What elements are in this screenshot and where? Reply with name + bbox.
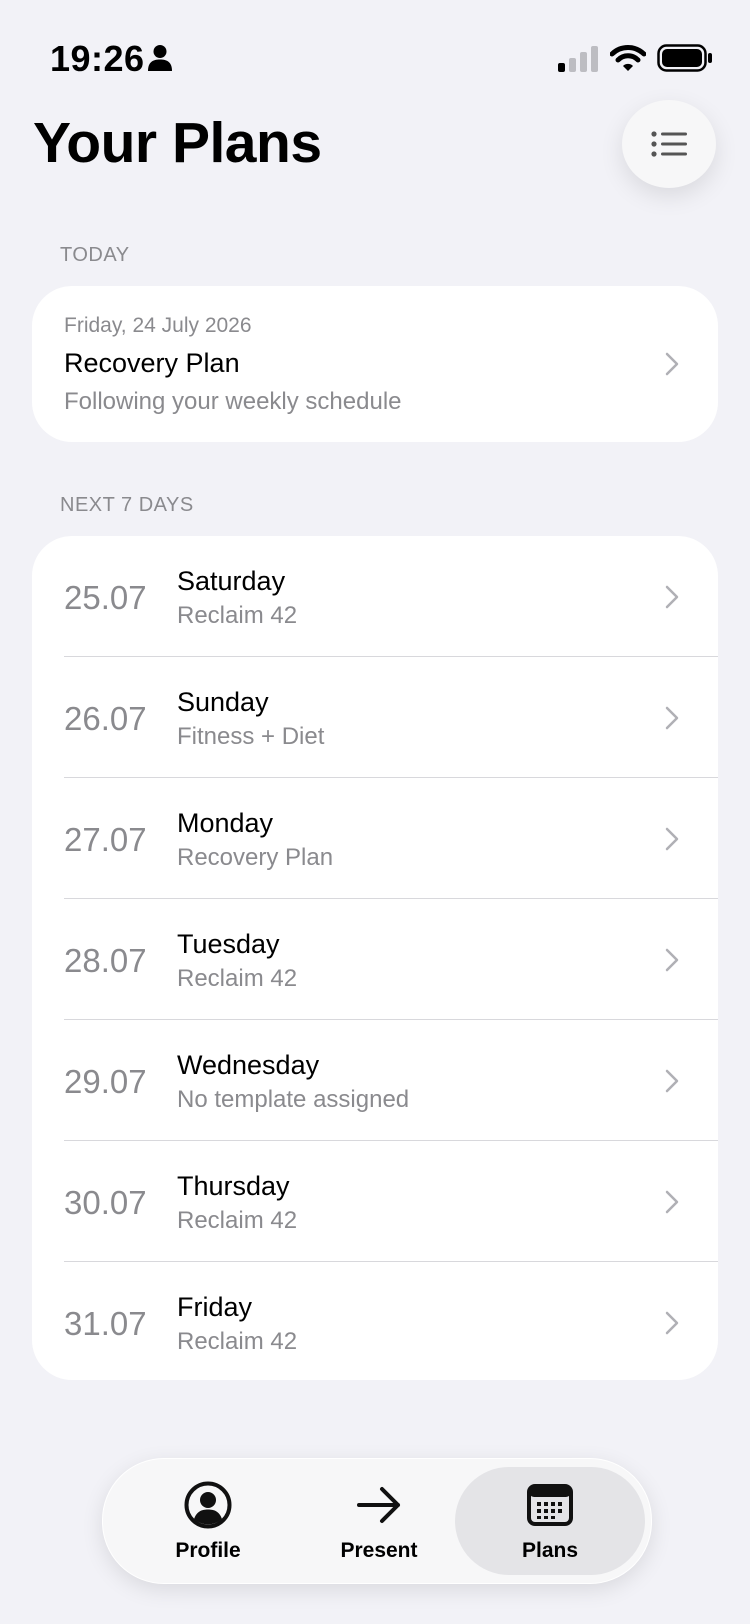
chevron-right-icon [665, 585, 679, 609]
today-date: Friday, 24 July 2026 [64, 314, 252, 337]
cellular-signal-icon [558, 46, 598, 72]
day-plan: Reclaim 42 [177, 1207, 298, 1234]
today-plan-subtitle: Following your weekly schedule [64, 388, 402, 415]
chevron-right-icon [665, 827, 679, 851]
wifi-icon [610, 45, 646, 71]
day-plan: Recovery Plan [177, 844, 334, 871]
day-name: Thursday [177, 1171, 290, 1201]
tab-bar: Profile Present Plans [102, 1458, 652, 1584]
chevron-right-icon [665, 1190, 679, 1214]
person-circle-icon [184, 1481, 232, 1529]
day-date: 27.07 [64, 821, 147, 858]
day-date: 31.07 [64, 1305, 147, 1342]
day-row[interactable]: 26.07 Sunday Fitness + Diet [32, 657, 718, 778]
next-days-list: 25.07 Saturday Reclaim 42 26.07 Sunday F… [32, 536, 718, 1380]
tab-profile[interactable]: Profile [153, 1459, 263, 1583]
tab-label: Profile [175, 1539, 241, 1562]
battery-icon [657, 44, 712, 72]
today-plan-title: Recovery Plan [64, 348, 240, 378]
day-row[interactable]: 25.07 Saturday Reclaim 42 [32, 536, 718, 657]
list-menu-button[interactable] [622, 100, 716, 188]
day-row[interactable]: 30.07 Thursday Reclaim 42 [32, 1141, 718, 1262]
person-icon [148, 45, 172, 71]
chevron-right-icon [665, 1311, 679, 1335]
day-name: Friday [177, 1292, 253, 1322]
list-icon [651, 131, 687, 157]
calendar-icon [527, 1484, 573, 1526]
chevron-right-icon [665, 706, 679, 730]
day-plan: Reclaim 42 [177, 965, 298, 992]
next-days-section-header: NEXT 7 DAYS [60, 494, 194, 516]
status-bar: 19:26 [0, 0, 750, 110]
day-plan: Reclaim 42 [177, 602, 298, 629]
day-row[interactable]: 29.07 Wednesday No template assigned [32, 1020, 718, 1141]
day-plan: No template assigned [177, 1086, 410, 1113]
day-plan: Reclaim 42 [177, 1328, 298, 1355]
day-row[interactable]: 27.07 Monday Recovery Plan [32, 778, 718, 899]
day-name: Tuesday [177, 929, 280, 959]
day-date: 28.07 [64, 942, 147, 979]
today-plan-card[interactable]: Friday, 24 July 2026 Recovery Plan Follo… [32, 286, 718, 442]
chevron-right-icon [665, 352, 679, 376]
day-name: Sunday [177, 687, 269, 717]
chevron-right-icon [665, 1069, 679, 1093]
day-row[interactable]: 31.07 Friday Reclaim 42 [32, 1262, 718, 1380]
tab-present[interactable]: Present [323, 1459, 435, 1583]
day-date: 26.07 [64, 700, 147, 737]
tab-label: Plans [521, 1539, 579, 1562]
day-date: 25.07 [64, 579, 147, 616]
status-time: 19:26 [50, 38, 145, 79]
arrow-right-icon [357, 1487, 400, 1523]
tab-label: Present [340, 1539, 418, 1562]
today-section-header: TODAY [60, 244, 130, 266]
page-title: Your Plans [33, 111, 322, 175]
day-name: Wednesday [177, 1050, 320, 1080]
day-row[interactable]: 28.07 Tuesday Reclaim 42 [32, 899, 718, 1020]
day-name: Monday [177, 808, 274, 838]
chevron-right-icon [665, 948, 679, 972]
day-date: 29.07 [64, 1063, 147, 1100]
tab-plans[interactable]: Plans [455, 1459, 645, 1583]
day-plan: Fitness + Diet [177, 723, 325, 750]
day-name: Saturday [177, 566, 286, 596]
day-date: 30.07 [64, 1184, 147, 1221]
